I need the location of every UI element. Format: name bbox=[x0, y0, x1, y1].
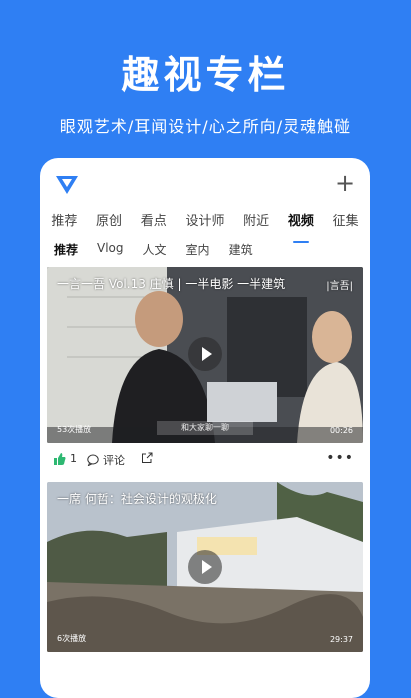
more-options-icon[interactable]: ••• bbox=[326, 450, 354, 466]
video-duration: 29:37 bbox=[329, 635, 353, 644]
like-count: 1 bbox=[70, 452, 77, 465]
tab-nearby[interactable]: 附近 bbox=[243, 210, 269, 236]
subtab-architecture[interactable]: 建筑 bbox=[229, 241, 253, 261]
comment-label: 评论 bbox=[103, 454, 125, 467]
video-actions: 1 评论 ••• bbox=[54, 450, 354, 472]
subtab-humanities[interactable]: 人文 bbox=[143, 241, 167, 261]
subtab-interior[interactable]: 室内 bbox=[186, 241, 210, 261]
phone-screen: + 推荐 原创 看点 设计师 附近 视频 征集 推荐 Vlog 人文 室内 建筑 bbox=[40, 158, 370, 698]
tab-recommend[interactable]: 推荐 bbox=[51, 210, 77, 236]
video-card-2[interactable]: 一席 何哲：社会设计的观极化 6次播放 29:37 bbox=[47, 482, 363, 652]
video-card-1[interactable]: 一言一吾 Vol.13 庄慎 | 一半电影 一半建筑 |言吾| 和大家聊一聊 5… bbox=[47, 267, 363, 443]
top-bar: + bbox=[40, 158, 370, 208]
video-caption: 和大家聊一聊 bbox=[157, 421, 253, 435]
comment-icon bbox=[87, 454, 99, 466]
view-count: 6次播放 bbox=[57, 634, 87, 643]
tab-original[interactable]: 原创 bbox=[96, 210, 122, 236]
channel-watermark: |言吾| bbox=[326, 281, 353, 292]
video-title: 一言一吾 Vol.13 庄慎 | 一半电影 一半建筑 bbox=[57, 277, 286, 291]
like-button[interactable]: 1 bbox=[54, 452, 77, 465]
share-button[interactable] bbox=[141, 452, 153, 464]
video-subtabs: 推荐 Vlog 人文 室内 建筑 bbox=[54, 241, 272, 261]
video-title: 一席 何哲：社会设计的观极化 bbox=[57, 492, 217, 506]
subtab-vlog[interactable]: Vlog bbox=[97, 241, 124, 261]
thumbs-up-icon bbox=[54, 452, 66, 465]
subtab-recommend[interactable]: 推荐 bbox=[54, 241, 78, 261]
play-icon[interactable] bbox=[188, 337, 222, 371]
play-icon[interactable] bbox=[188, 550, 222, 584]
add-icon[interactable]: + bbox=[334, 171, 356, 195]
tab-video[interactable]: 视频 bbox=[288, 210, 314, 243]
hero-subtitle: 眼观艺术/耳闻设计/心之所向/灵魂触碰 bbox=[59, 117, 352, 136]
view-count: 53次播放 bbox=[57, 425, 92, 434]
brand-logo-icon bbox=[56, 176, 78, 194]
tab-collection[interactable]: 征集 bbox=[333, 210, 359, 236]
hero-title: 趣视专栏 bbox=[121, 53, 290, 97]
comment-button[interactable]: 评论 bbox=[87, 452, 125, 468]
tab-designers[interactable]: 设计师 bbox=[185, 210, 224, 236]
category-tabs: 推荐 原创 看点 设计师 附近 视频 征集 bbox=[40, 210, 370, 243]
share-icon bbox=[142, 452, 153, 463]
tab-highlights[interactable]: 看点 bbox=[141, 210, 167, 236]
video-duration: 00:26 bbox=[329, 426, 353, 435]
